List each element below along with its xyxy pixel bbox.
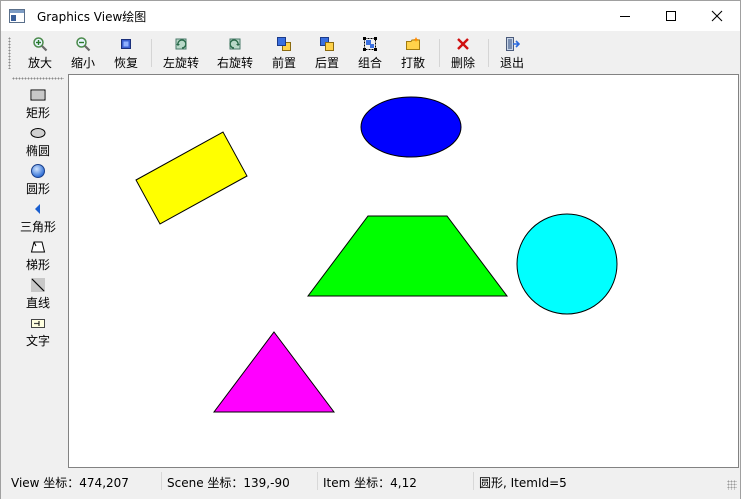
exit-icon [506,37,520,51]
size-grip[interactable] [727,480,737,490]
bring-front-label: 前置 [271,56,296,70]
text-button[interactable]: 文字 [9,315,67,351]
main-window: Graphics View绘图 放大 缩小 恢复 左旋转 右旋转 前置 后置 组… [0,0,741,499]
trapezoid-button[interactable]: 梯形 [9,239,67,275]
close-icon [711,10,723,22]
text-icon [31,319,45,328]
ellipse-icon [30,128,46,138]
delete-button[interactable]: 删除 [446,36,480,72]
line-icon [31,278,45,292]
bring-front-button[interactable]: 前置 [267,36,301,72]
line-label: 直线 [25,296,50,310]
restore-label: 恢复 [113,56,138,70]
app-icon [9,9,25,23]
main-toolbar: 放大 缩小 恢复 左旋转 右旋转 前置 后置 组合 打散 删除 退出 [1,33,740,73]
maximize-button[interactable] [648,1,694,31]
ungroup-button[interactable]: 打散 [396,36,430,72]
rectangle-icon [30,89,46,101]
window-title: Graphics View绘图 [37,10,147,24]
exit-button[interactable]: 退出 [495,36,529,72]
zoom-out-button[interactable]: 缩小 [66,36,100,72]
zoom-out-label: 缩小 [70,56,95,70]
ungroup-icon [406,37,420,50]
shapes-toolbar-grip[interactable] [12,77,64,80]
rotate-left-icon [175,38,187,50]
send-back-button[interactable]: 后置 [310,36,344,72]
restore-button[interactable]: 恢复 [109,36,143,72]
rectangle-shape[interactable] [135,131,248,225]
rotate-left-label: 左旋转 [162,56,199,70]
toolbar-separator [151,39,152,67]
rotate-left-button[interactable]: 左旋转 [159,36,203,72]
trapezoid-shape[interactable] [307,215,508,297]
minimize-icon [620,16,630,17]
group-label: 组合 [357,56,382,70]
status-divider [317,472,318,490]
line-button[interactable]: 直线 [9,277,67,313]
toolbar-separator [439,39,440,67]
rectangle-button[interactable]: 矩形 [9,87,67,123]
graphics-scene [135,96,618,413]
graphics-view[interactable] [68,74,739,468]
title-bar: Graphics View绘图 [1,1,740,31]
triangle-button[interactable]: 三角形 [9,201,67,237]
maximize-icon [666,11,676,21]
circle-button[interactable]: 圆形 [9,163,67,199]
rotate-right-label: 右旋转 [216,56,253,70]
toolbar-grip[interactable] [8,37,11,69]
circle-label: 圆形 [25,182,50,196]
close-button[interactable] [694,1,740,31]
delete-label: 删除 [450,56,475,70]
ellipse-label: 椭圆 [25,144,50,158]
status-divider [161,472,162,490]
exit-label: 退出 [499,56,524,70]
ungroup-label: 打散 [400,56,425,70]
ellipse-button[interactable]: 椭圆 [9,125,67,161]
circle-shape[interactable] [516,213,618,315]
ellipse-shape[interactable] [360,96,462,158]
send-back-icon [320,37,334,51]
triangle-label: 三角形 [19,220,56,234]
trapezoid-label: 梯形 [25,258,50,272]
minimize-button[interactable] [602,1,648,31]
triangle-icon [35,204,40,214]
circle-icon [31,164,45,178]
zoom-in-label: 放大 [27,56,52,70]
status-item-info: 圆形, ItemId=5 [479,476,567,490]
status-scene-coords: Scene 坐标：139,-90 [167,476,290,490]
status-bar: View 坐标：474,207 Scene 坐标：139,-90 Item 坐标… [1,469,740,493]
send-back-label: 后置 [314,56,339,70]
text-label: 文字 [25,334,50,348]
bring-front-icon [277,37,291,51]
zoom-in-icon [33,37,48,52]
restore-icon [121,39,131,49]
trapezoid-icon [30,241,46,253]
status-item-coords: Item 坐标：4,12 [323,476,417,490]
delete-icon [457,38,469,50]
group-button[interactable]: 组合 [353,36,387,72]
group-icon [363,37,377,51]
rotate-right-icon [229,38,241,50]
rotate-right-button[interactable]: 右旋转 [213,36,257,72]
zoom-out-icon [76,37,91,52]
shapes-toolbar: 矩形 椭圆 圆形 三角形 梯形 直线 文字 [9,75,67,467]
status-view-coords: View 坐标：474,207 [11,476,129,490]
zoom-in-button[interactable]: 放大 [23,36,57,72]
triangle-shape[interactable] [213,331,335,413]
status-divider [473,472,474,490]
toolbar-separator [488,39,489,67]
rectangle-label: 矩形 [25,106,50,120]
